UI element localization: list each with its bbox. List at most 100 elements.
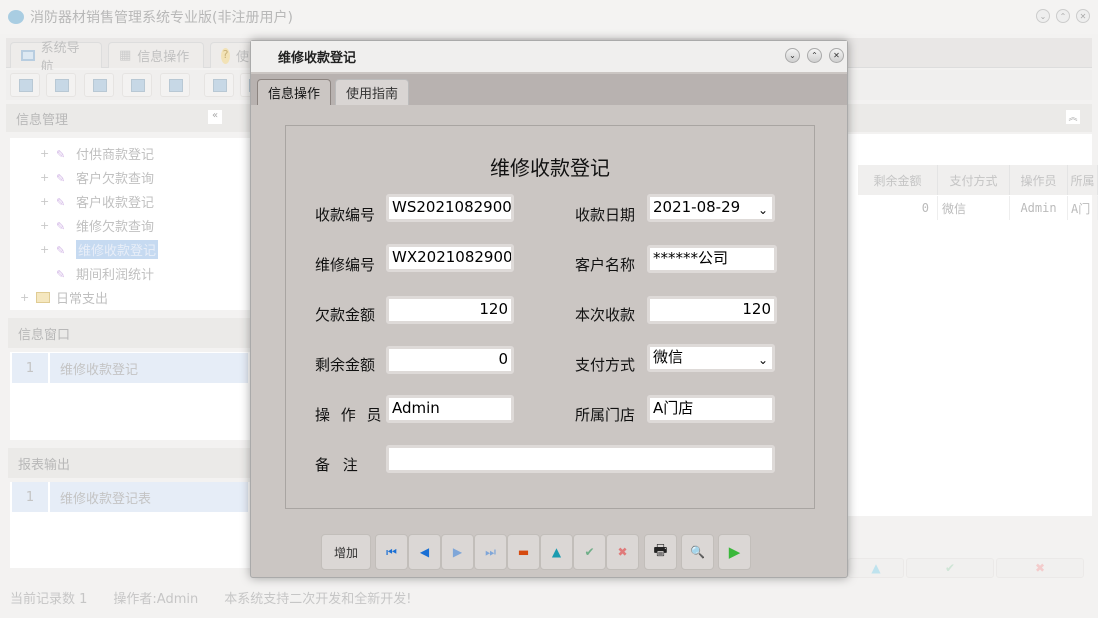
app-titlebar: 消防器材销售管理系统专业版(非注册用户) ⌄ ⌃ ✕ <box>0 0 1098 34</box>
collapse-button[interactable]: « <box>208 110 222 124</box>
last-record-button[interactable]: ⏭ <box>474 534 507 570</box>
first-record-button[interactable]: ⏮ <box>375 534 408 570</box>
pay-method-select[interactable]: 微信⌄ <box>647 344 775 372</box>
add-button[interactable]: 增加 <box>321 534 371 570</box>
row-label: 维修收款登记表 <box>50 488 151 507</box>
wand-icon: ✎ <box>56 172 70 184</box>
minimize-icon[interactable]: ⌄ <box>1036 9 1050 23</box>
info-window-header: 信息窗口 <box>8 318 250 348</box>
list-item[interactable]: 1维修收款登记表 <box>12 482 248 512</box>
tab-system-nav[interactable]: 系统导航 <box>10 42 102 68</box>
expand-icon[interactable]: + <box>40 195 50 208</box>
wand-icon: ✎ <box>56 220 70 232</box>
wand-icon: ✎ <box>56 148 70 160</box>
wand-icon: ✎ <box>56 244 70 256</box>
chevron-down-icon[interactable]: ⌄ <box>758 350 768 370</box>
table-cell[interactable]: 0 <box>858 196 938 220</box>
tree-item[interactable]: +✎客户收款登记 <box>40 192 154 211</box>
receipt-date-label: 收款日期 <box>575 204 635 225</box>
owed-input[interactable]: 120 <box>386 296 514 324</box>
tab-guide[interactable]: 使用指南 <box>335 79 409 105</box>
edit-button[interactable]: ▲ <box>540 534 573 570</box>
dialog-minimize-icon[interactable]: ⌄ <box>785 48 800 63</box>
right-panel-header: ︽ <box>848 104 1092 132</box>
folder-icon <box>36 292 50 303</box>
tree-item[interactable]: + ✎ 客户欠款查询 <box>40 168 154 187</box>
column-header[interactable]: 剩余金额 <box>858 165 938 195</box>
collapse-up-button[interactable]: ︽ <box>1066 110 1080 124</box>
nav-tree: +✎付供商款登记 +✎客户欠款查询 +✎客户收款登记 +✎维修欠款查询 +✎维修… <box>10 138 250 310</box>
expand-icon[interactable]: + <box>40 219 50 232</box>
tab-info-ops[interactable]: ▦信息操作 <box>108 42 204 68</box>
expand-icon[interactable]: + <box>40 243 50 256</box>
receipt-no-input[interactable]: WS2021082900 <box>386 194 514 222</box>
close-icon[interactable]: ✕ <box>1076 9 1090 23</box>
delete-button[interactable]: ▬ <box>507 534 540 570</box>
app-title: 消防器材销售管理系统专业版(非注册用户) <box>30 7 293 27</box>
receipt-date-picker[interactable]: 2021-08-29⌄ <box>647 194 775 222</box>
chevron-down-icon[interactable]: ⌄ <box>758 200 768 220</box>
table-cell[interactable]: A门 <box>1068 196 1098 220</box>
bg-save-button[interactable]: ✔ <box>906 558 994 578</box>
list-item[interactable]: 1维修收款登记 <box>12 353 248 383</box>
expand-icon[interactable]: + <box>40 147 50 160</box>
column-header[interactable]: 操作员 <box>1010 165 1068 195</box>
user-tool-button[interactable] <box>122 73 152 97</box>
dialog-title: 维修收款登记 <box>278 47 356 66</box>
tree-item[interactable]: +✎付供商款登记 <box>40 144 154 163</box>
tree-folder[interactable]: +日常支出 <box>20 288 108 307</box>
pay-method-label: 支付方式 <box>575 354 635 375</box>
bg-cancel-button[interactable]: ✖ <box>996 558 1084 578</box>
print-preview-button[interactable]: 🔍 <box>681 534 714 570</box>
this-payment-input[interactable]: 120 <box>647 296 777 324</box>
store-input[interactable]: A门店 <box>647 395 775 423</box>
status-note: 本系统支持二次开发和全新开发! <box>224 588 411 607</box>
tree-label: 维修欠款查询 <box>76 216 154 235</box>
row-number: 1 <box>12 353 50 383</box>
receipt-no-label: 收款编号 <box>315 204 375 225</box>
tab-label: 系统导航 <box>41 37 91 75</box>
tree-item[interactable]: + ✎ 维修欠款查询 <box>40 216 154 235</box>
expand-icon[interactable]: + <box>40 171 50 184</box>
operator-input[interactable]: Admin <box>386 395 514 423</box>
maximize-icon[interactable]: ⌃ <box>1056 9 1070 23</box>
column-header[interactable]: 所属 <box>1068 165 1098 195</box>
screen-tool-button[interactable] <box>160 73 190 97</box>
print-button[interactable]: 🖶 <box>644 534 677 570</box>
column-header[interactable]: 支付方式 <box>938 165 1010 195</box>
dialog-close-icon[interactable]: ✕ <box>829 48 844 63</box>
next-record-button[interactable]: ▶ <box>441 534 474 570</box>
remaining-input[interactable]: 0 <box>386 346 514 374</box>
table-cell[interactable]: Admin <box>1010 196 1068 220</box>
tree-item[interactable]: ✎期间利润统计 <box>40 264 154 283</box>
cancel-button[interactable]: ✖ <box>606 534 639 570</box>
wand-icon: ✎ <box>56 196 70 208</box>
dialog-maximize-icon[interactable]: ⌃ <box>807 48 822 63</box>
tree-label: 维修收款登记 <box>76 240 158 259</box>
prev-record-button[interactable]: ◀ <box>408 534 441 570</box>
customer-input[interactable]: ******公司 <box>647 245 777 273</box>
tree-item-selected[interactable]: + ✎ 维修收款登记 <box>40 240 158 259</box>
customer-label: 客户名称 <box>575 254 635 275</box>
tab-label: 信息操作 <box>268 83 320 102</box>
save-button[interactable]: ✔ <box>573 534 606 570</box>
dialog-titlebar[interactable]: 维修收款登记 <box>251 41 847 72</box>
data-table: 剩余金额 支付方式 操作员 所属 0 微信 Admin A门 <box>848 134 1092 516</box>
tab-info-ops[interactable]: 信息操作 <box>257 79 331 105</box>
table-cell[interactable]: 微信 <box>938 196 1010 220</box>
tree-label: 客户欠款查询 <box>76 168 154 187</box>
repair-no-label: 维修编号 <box>315 254 375 275</box>
expand-icon[interactable]: + <box>20 291 30 304</box>
row-number: 1 <box>12 482 50 512</box>
repair-no-input[interactable]: WX2021082900 <box>386 244 514 272</box>
remark-input[interactable] <box>386 445 775 473</box>
search-tool-button[interactable] <box>10 73 40 97</box>
bg-edit-button[interactable]: ▲ <box>848 558 904 578</box>
remark-label: 备 注 <box>315 454 362 475</box>
run-button[interactable]: ▶ <box>718 534 751 570</box>
document-tool-button[interactable] <box>84 73 114 97</box>
list-tool-button[interactable] <box>46 73 76 97</box>
help-icon: ? <box>221 48 230 64</box>
add-tool-button[interactable] <box>204 73 234 97</box>
store-label: 所属门店 <box>575 404 635 425</box>
